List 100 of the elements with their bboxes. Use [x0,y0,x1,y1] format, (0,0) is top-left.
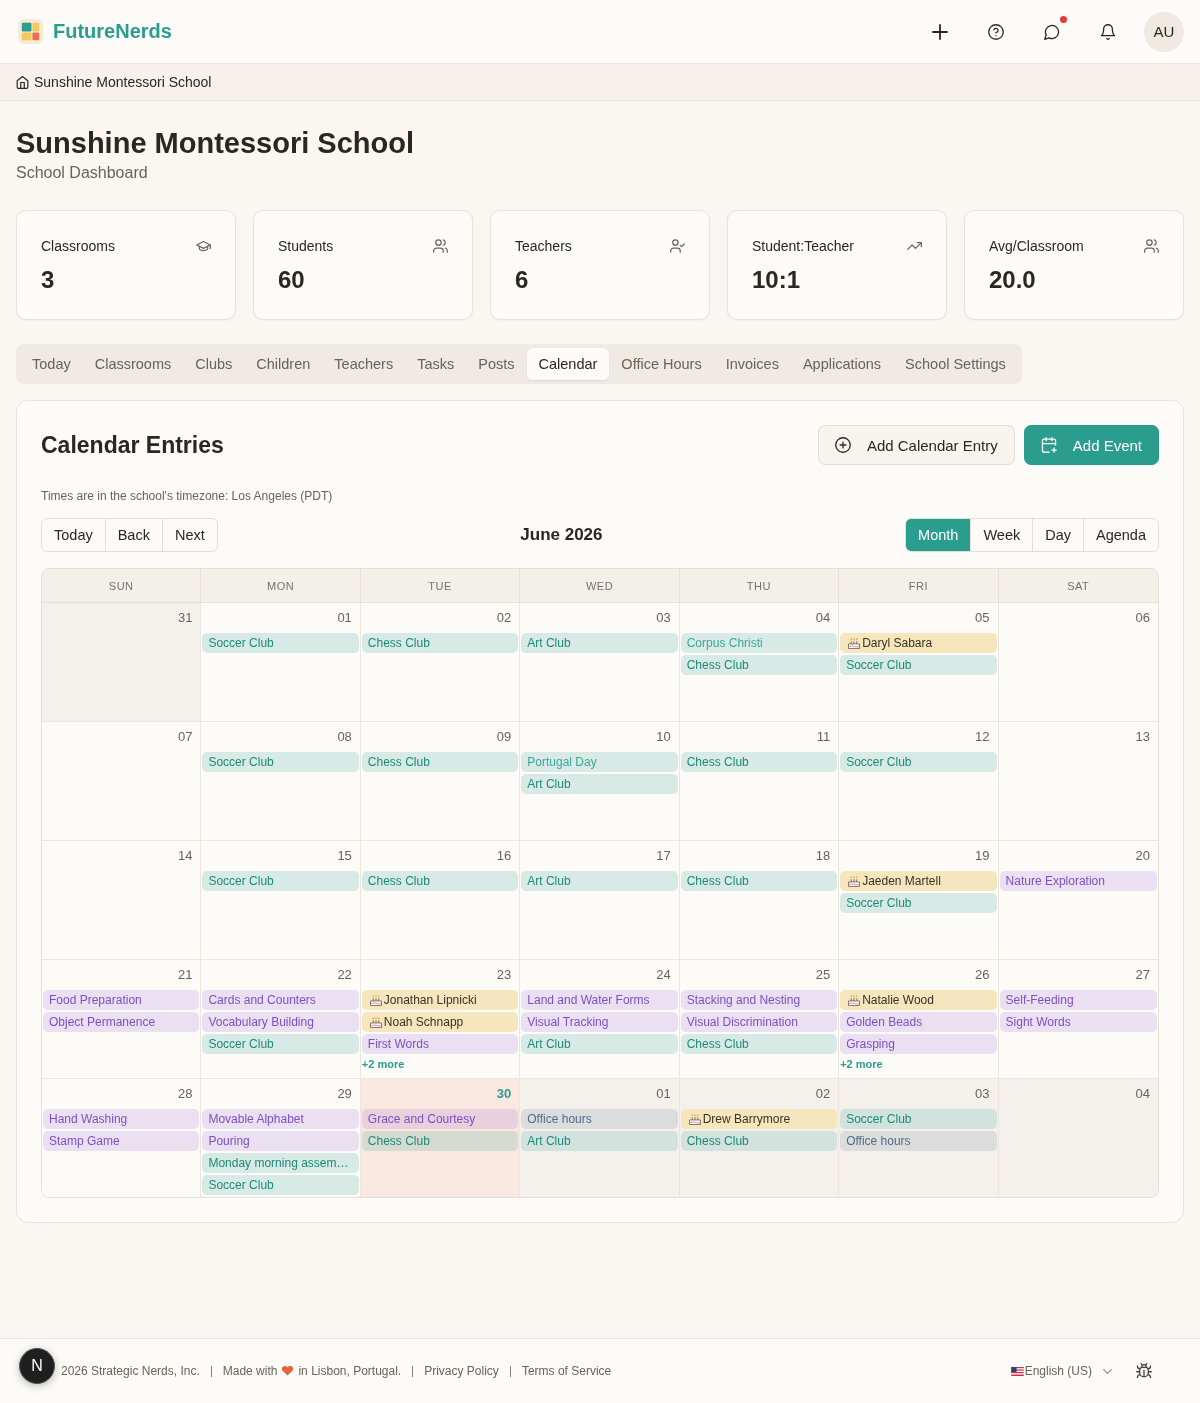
calendar-event[interactable]: Grasping [840,1034,997,1054]
day-cell[interactable]: 12 Soccer Club [839,722,999,840]
day-cell[interactable]: 02 Drew Barrymore Chess Club [679,1079,840,1197]
calendar-event[interactable]: Sight Words [999,1012,1157,1032]
calendar-event[interactable]: Office hours [840,1131,997,1151]
calendar-event[interactable]: Jonathan Lipnicki [361,990,519,1010]
calendar-event[interactable]: Self-Feeding [999,990,1157,1010]
calendar-event[interactable]: Jaeden Martell [840,871,997,891]
calendar-event[interactable]: Office hours [521,1109,678,1129]
day-cell[interactable]: 01 Soccer Club [201,603,361,721]
calendar-event[interactable]: Chess Club [680,1034,838,1054]
day-cell[interactable]: 03 Soccer Club Office hours [839,1079,999,1197]
view-button[interactable]: Month [906,519,972,551]
calendar-event[interactable]: Stamp Game [43,1131,200,1151]
day-cell[interactable]: 31 [42,603,202,721]
more-events-link[interactable]: +2 more [361,1057,405,1071]
day-cell[interactable]: 18 Chess Club [679,841,840,959]
calendar-event[interactable]: Chess Club [361,633,519,653]
day-cell[interactable]: 21 Food Preparation Object Permanence [42,960,202,1078]
calendar-event[interactable]: Cards and Counters [202,990,359,1010]
calendar-event[interactable]: Visual Tracking [521,1012,678,1032]
calendar-event[interactable]: Soccer Club [202,752,359,772]
calendar-event[interactable]: Natalie Wood [840,990,997,1010]
tab[interactable]: Invoices [713,348,791,380]
calendar-event[interactable]: Food Preparation [43,990,200,1010]
day-cell[interactable]: 04 [998,1079,1158,1197]
navigation-button[interactable]: Back [105,519,163,551]
calendar-event[interactable]: Soccer Club [840,655,997,675]
calendar-event[interactable]: Chess Club [361,871,519,891]
view-button[interactable]: Agenda [1084,519,1158,551]
day-cell[interactable]: 03 Art Club [520,603,680,721]
view-button[interactable]: Day [1033,519,1084,551]
day-cell[interactable]: 28 Hand Washing Stamp Game [42,1079,202,1197]
calendar-event[interactable]: Art Club [521,774,678,794]
calendar-event[interactable]: Movable Alphabet [202,1109,359,1129]
calendar-event[interactable]: Land and Water Forms [521,990,678,1010]
calendar-event[interactable]: Pouring [202,1131,359,1151]
day-cell[interactable]: 10 Portugal Day Art Club [520,722,680,840]
tab[interactable]: School Settings [893,348,1018,380]
calendar-event[interactable]: Soccer Club [202,871,359,891]
calendar-event[interactable]: Soccer Club [202,1175,359,1195]
calendar-event[interactable]: Noah Schnapp [361,1012,519,1032]
calendar-event[interactable]: Art Club [521,633,678,653]
calendar-event[interactable]: Hand Washing [43,1109,200,1129]
tab[interactable]: Classrooms [82,348,184,380]
add-event-button[interactable]: Add Event [1023,425,1159,465]
tab[interactable]: Clubs [183,348,245,380]
tab[interactable]: Today [20,348,83,380]
day-cell[interactable]: 09 Chess Club [360,722,521,840]
day-cell[interactable]: 11 Chess Club [679,722,840,840]
calendar-event[interactable]: Art Club [521,1034,678,1054]
navigation-button[interactable]: Today [42,519,106,551]
calendar-event[interactable]: Chess Club [680,1131,838,1151]
calendar-event[interactable]: Art Club [521,871,678,891]
tab[interactable]: Applications [790,348,894,380]
calendar-event[interactable]: Visual Discrimination [680,1012,838,1032]
calendar-event[interactable]: Monday morning assem… [202,1153,359,1173]
calendar-event[interactable]: Chess Club [361,1131,519,1151]
day-cell[interactable]: 08 Soccer Club [201,722,361,840]
day-cell[interactable]: 19 Jaeden Martell Soccer Club [839,841,999,959]
day-cell[interactable]: 16 Chess Club [360,841,521,959]
day-cell[interactable]: 22 Cards and Counters Vocabulary Building Soccer Club [201,960,361,1078]
calendar-event[interactable]: Drew Barrymore [680,1109,838,1129]
day-cell[interactable]: 02 Chess Club [360,603,521,721]
breadcrumb-link[interactable]: Sunshine Montessori School [34,74,212,90]
calendar-event[interactable]: Chess Club [680,871,838,891]
tab[interactable]: Calendar [526,348,610,380]
day-cell[interactable]: 26 Natalie Wood Golden Beads Grasping +2 more [839,960,999,1078]
calendar-event[interactable]: Soccer Club [840,752,997,772]
tab[interactable]: Children [244,348,323,380]
calendar-event[interactable]: Daryl Sabara [840,633,997,653]
calendar-event[interactable]: Stacking and Nesting [680,990,838,1010]
calendar-event[interactable]: Golden Beads [840,1012,997,1032]
tab[interactable]: Posts [466,348,527,380]
add-entry-button[interactable]: Add Calendar Entry [817,425,1015,465]
tab[interactable]: Tasks [405,348,467,380]
calendar-event[interactable]: Chess Club [680,655,838,675]
day-cell[interactable]: 17 Art Club [520,841,680,959]
footer-link[interactable]: Privacy Policy [424,1364,499,1378]
calendar-event[interactable]: Chess Club [680,752,838,772]
day-cell[interactable]: 25 Stacking and Nesting Visual Discrimination Chess Club [679,960,840,1078]
calendar-event[interactable]: First Words [361,1034,519,1054]
calendar-event[interactable]: Art Club [521,1131,678,1151]
day-cell[interactable]: 01 Office hours Art Club [520,1079,680,1197]
footer-link[interactable]: Terms of Service [521,1364,612,1378]
calendar-event[interactable]: Grace and Courtesy [361,1109,519,1129]
calendar-event[interactable]: Chess Club [361,752,519,772]
view-button[interactable]: Week [971,519,1034,551]
day-cell[interactable]: 30 Grace and Courtesy Chess Club [360,1079,521,1197]
day-cell[interactable]: 05 Daryl Sabara Soccer Club [839,603,999,721]
calendar-event[interactable]: Object Permanence [43,1012,200,1032]
tab[interactable]: Teachers [322,348,406,380]
day-cell[interactable]: 29 Movable Alphabet Pouring Monday morning assem… Soccer Club [201,1079,361,1197]
calendar-event[interactable]: Soccer Club [202,633,359,653]
calendar-event[interactable]: Soccer Club [202,1034,359,1054]
tab[interactable]: Office Hours [609,348,714,380]
day-cell[interactable]: 24 Land and Water Forms Visual Tracking Art Club [520,960,680,1078]
language-selector[interactable]: English (US) [1010,1364,1112,1378]
calendar-event[interactable]: Soccer Club [840,1109,997,1129]
bug-report-button[interactable] [1136,1363,1152,1379]
